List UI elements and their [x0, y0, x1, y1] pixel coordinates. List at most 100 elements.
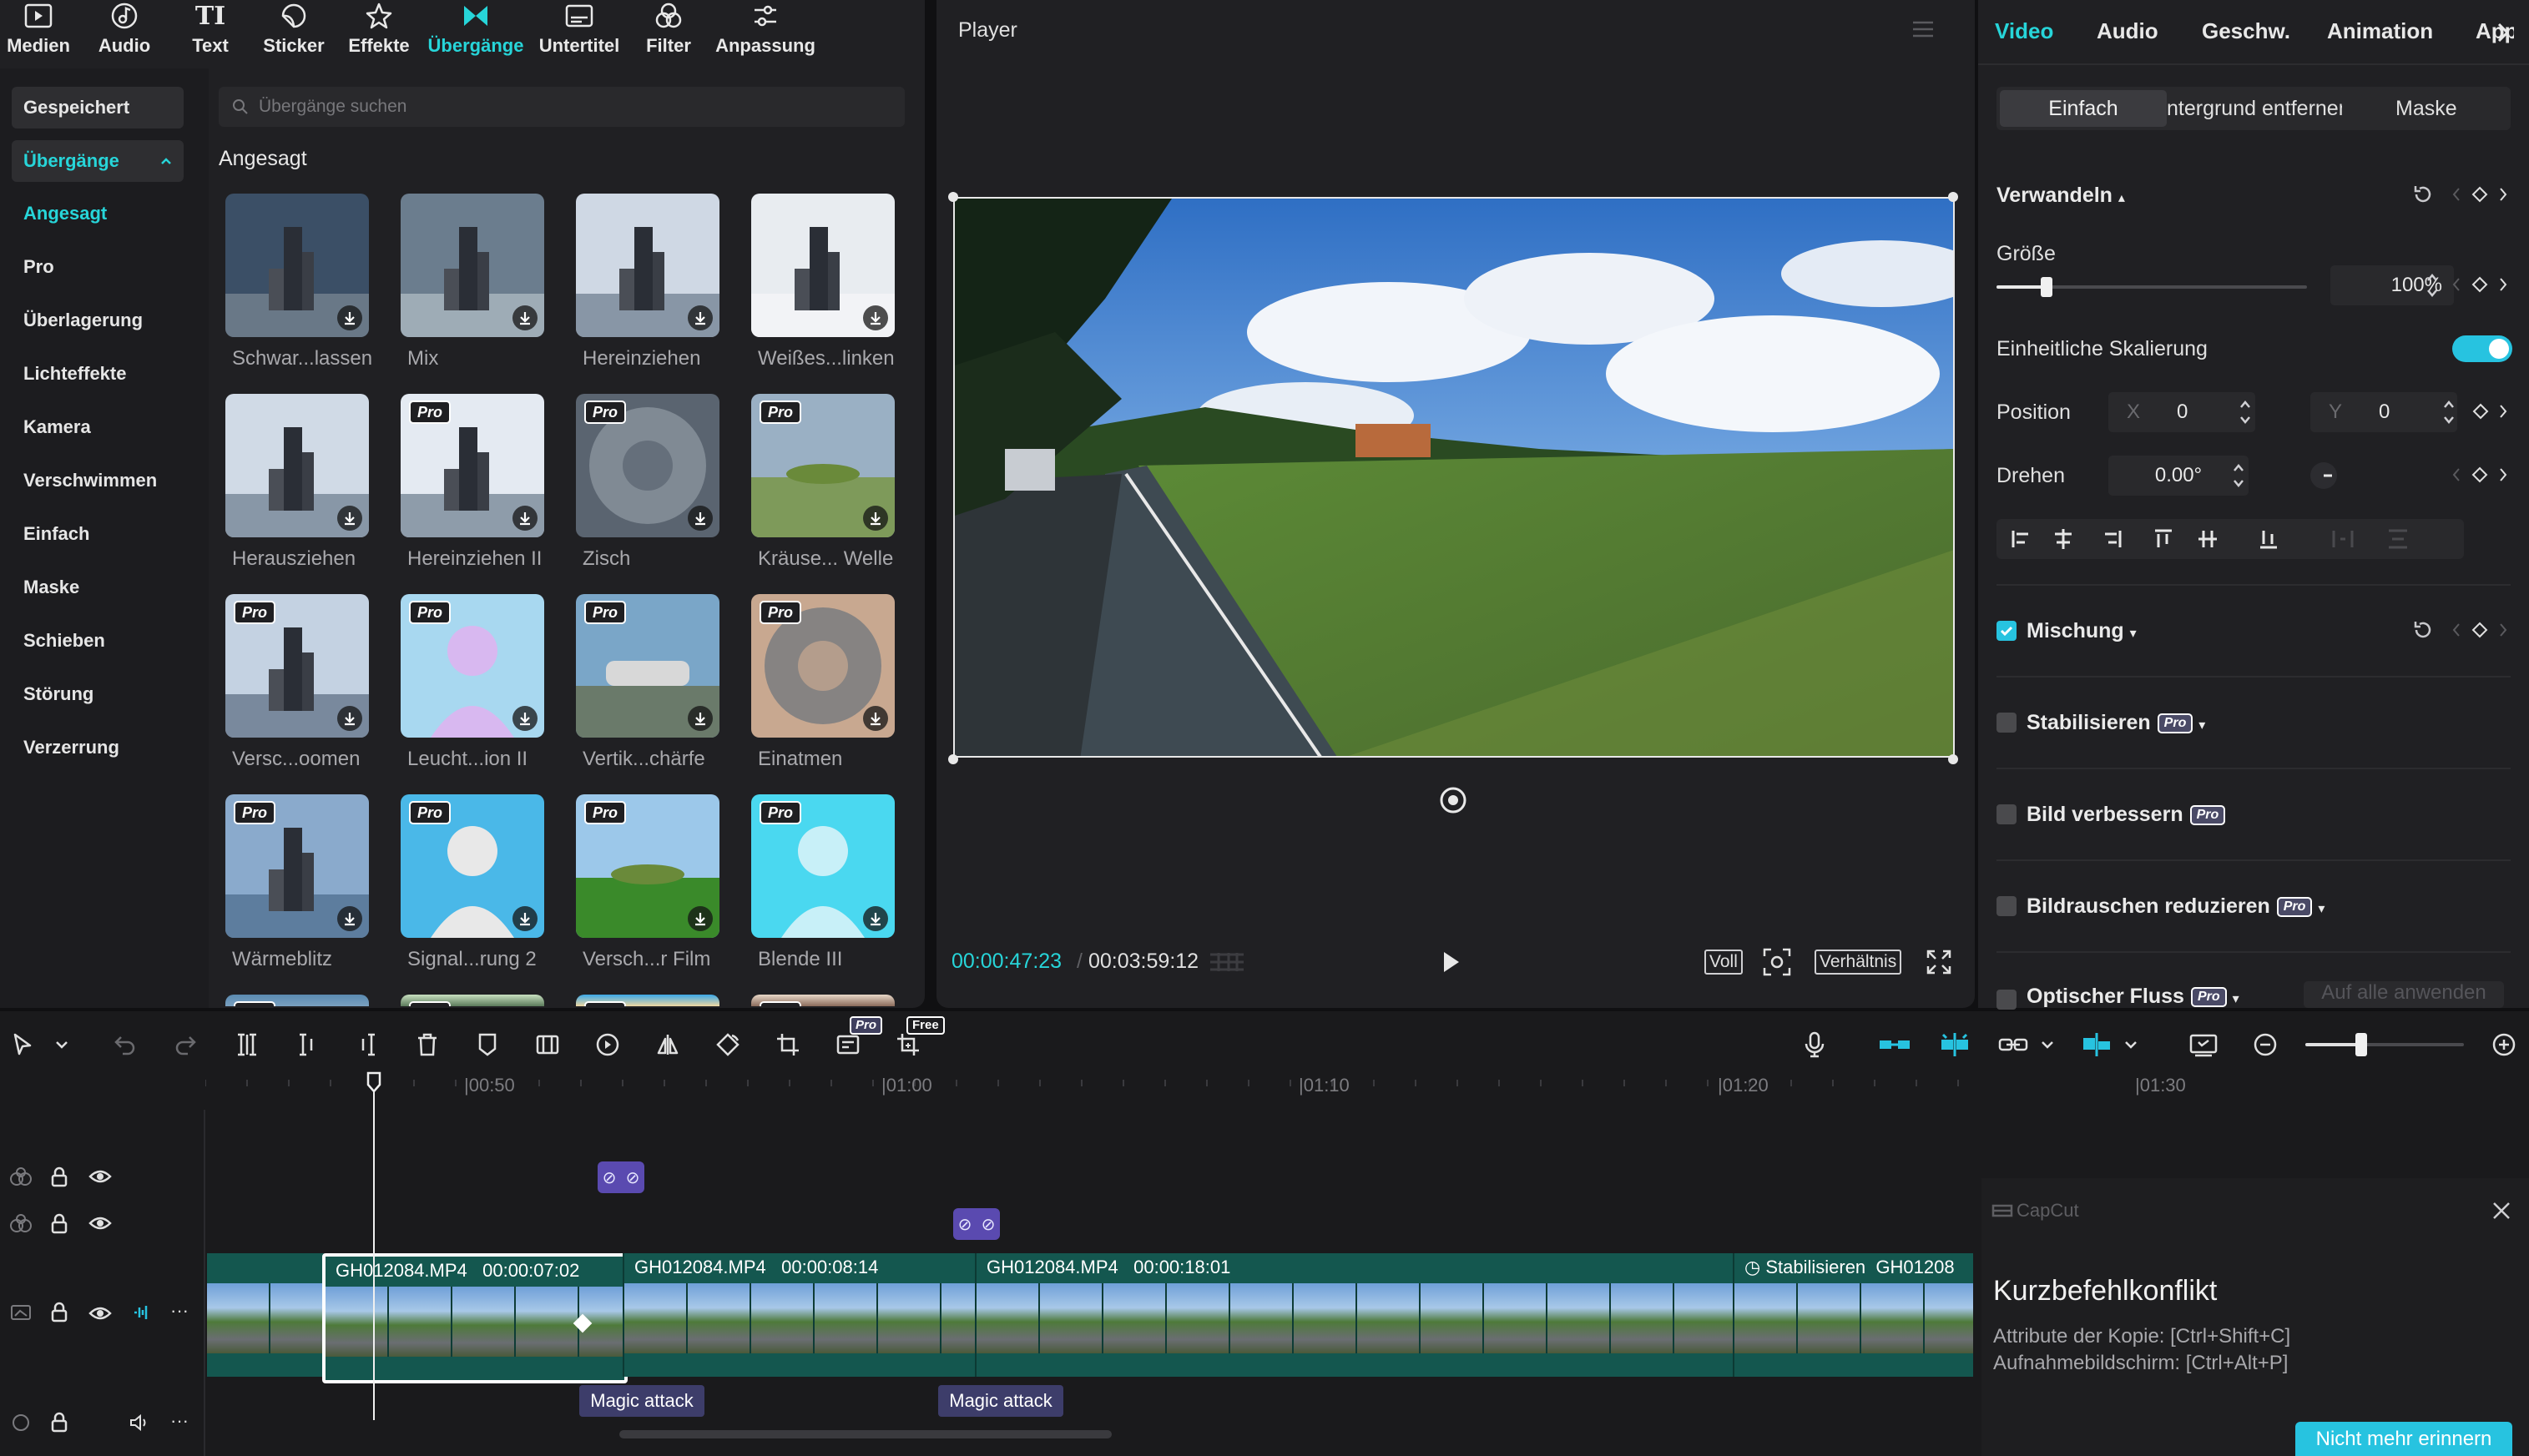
zoom-slider[interactable] — [2305, 1033, 2464, 1056]
download-icon[interactable] — [337, 906, 362, 931]
tool-sticker[interactable]: Sticker — [257, 0, 331, 67]
tab-audio[interactable]: Audio — [2097, 18, 2158, 44]
effect-clip[interactable]: Magic attack — [938, 1385, 1063, 1417]
category-schieben[interactable]: Schieben — [12, 620, 184, 662]
denoise-checkbox[interactable] — [1996, 896, 2017, 916]
effect-clip[interactable]: Magic attack — [579, 1385, 704, 1417]
resize-handle[interactable] — [948, 754, 958, 764]
split-icon[interactable] — [230, 1028, 264, 1061]
transition-tile[interactable]: Pro — [751, 394, 895, 537]
download-icon[interactable] — [863, 706, 888, 731]
redo-icon[interactable] — [169, 1028, 202, 1061]
video-clip[interactable] — [207, 1253, 324, 1377]
chevron-right-icon[interactable] — [2496, 22, 2512, 43]
mirror-icon[interactable] — [651, 1028, 684, 1061]
eye-icon[interactable] — [88, 1305, 112, 1322]
apply-all-button[interactable]: Auf alle anwenden — [2304, 981, 2504, 1008]
tab-animation[interactable]: Animation — [2327, 18, 2433, 44]
aspect-ratio-button[interactable]: Verhältnis — [1815, 950, 1902, 975]
link-track-icon[interactable] — [10, 1412, 32, 1433]
link-track-icon[interactable] — [8, 1166, 33, 1188]
eye-icon[interactable] — [88, 1168, 112, 1185]
transition-tile[interactable]: Pro — [751, 995, 895, 1006]
delete-icon[interactable] — [411, 1028, 444, 1061]
blend-checkbox[interactable] — [1996, 621, 2017, 641]
video-clip[interactable]: GH012084.MP4 00:00:18:01 — [975, 1253, 1733, 1377]
reverse-icon[interactable] — [591, 1028, 624, 1061]
transform-title[interactable]: Verwandeln ▴ — [1996, 184, 2125, 208]
reset-icon[interactable] — [2412, 619, 2434, 641]
full-quality-button[interactable]: Voll — [1704, 950, 1743, 975]
play-button[interactable] — [1439, 950, 1462, 975]
keyframe-icon[interactable] — [2452, 621, 2507, 639]
speaker-icon[interactable] — [129, 1413, 150, 1432]
transition-tile[interactable]: Pro — [401, 794, 544, 938]
preview-axis-icon[interactable] — [2080, 1028, 2113, 1061]
category-verzerrung[interactable]: Verzerrung — [12, 727, 184, 768]
denoise-title[interactable]: Bildrauschen reduzieren Pro ▾ — [2027, 894, 2325, 919]
zoom-out-icon[interactable] — [2249, 1028, 2282, 1061]
tool-medien[interactable]: Medien — [0, 0, 77, 67]
subtab-basic[interactable]: Einfach — [2000, 90, 2167, 127]
tool-uebergaenge[interactable]: Übergänge — [427, 0, 524, 67]
optical-flow-title[interactable]: Optischer Fluss Pro ▾ — [2027, 985, 2277, 1008]
chevron-down-icon[interactable] — [2035, 1028, 2060, 1061]
download-icon[interactable] — [863, 906, 888, 931]
dont-remind-button[interactable]: Nicht mehr erinnern — [2295, 1422, 2512, 1456]
rotate-icon[interactable] — [711, 1028, 745, 1061]
download-icon[interactable] — [863, 305, 888, 330]
zoom-in-icon[interactable] — [2487, 1028, 2521, 1061]
category-angesagt[interactable]: Angesagt — [12, 193, 184, 234]
tool-filter[interactable]: Filter — [636, 0, 701, 67]
main-track-magnet-icon[interactable] — [1878, 1028, 1911, 1061]
transition-tile[interactable] — [225, 394, 369, 537]
download-icon[interactable] — [688, 506, 713, 531]
subtab-mask[interactable]: Maske — [2395, 97, 2457, 121]
stepper-icon[interactable] — [2442, 395, 2456, 429]
transition-tile[interactable]: Pro — [576, 995, 719, 1006]
chevron-down-icon[interactable] — [2118, 1028, 2143, 1061]
stabilize-title[interactable]: Stabilisieren Pro ▾ — [2027, 711, 2205, 735]
lock-icon[interactable] — [50, 1302, 68, 1323]
position-y-input[interactable]: Y0 — [2310, 392, 2457, 432]
transition-chip[interactable]: ⊘ ⊘ — [953, 1208, 1000, 1240]
rotate-input[interactable]: 0.00° — [2108, 456, 2249, 496]
transition-tile[interactable]: Pro — [401, 394, 544, 537]
download-icon[interactable] — [337, 506, 362, 531]
keyframe-icon[interactable] — [2469, 402, 2509, 421]
size-slider[interactable] — [1996, 277, 2307, 297]
transition-tile[interactable]: Pro — [401, 995, 544, 1006]
transition-tile[interactable]: Pro — [576, 394, 719, 537]
keyframe-icon[interactable] — [2452, 185, 2507, 204]
download-icon[interactable] — [337, 305, 362, 330]
screenshot-icon[interactable] — [1763, 948, 1791, 976]
transition-tile[interactable]: Pro — [401, 594, 544, 738]
tool-audio[interactable]: Audio — [87, 0, 162, 67]
position-x-input[interactable]: X0 — [2108, 392, 2255, 432]
link-track-icon[interactable] — [8, 1213, 33, 1235]
category-pro[interactable]: Pro — [12, 246, 184, 288]
lock-icon[interactable] — [50, 1412, 68, 1433]
timeline-scrollbar[interactable] — [619, 1430, 1112, 1438]
eye-icon[interactable] — [88, 1215, 112, 1232]
blend-title[interactable]: Mischung ▾ — [2027, 619, 2137, 643]
subtab-remove-background[interactable]: ntergrund entfernen — [2167, 97, 2342, 121]
category-saved[interactable]: Gespeichert — [12, 87, 184, 128]
enhance-checkbox[interactable] — [1996, 804, 2017, 824]
cover-icon[interactable] — [10, 1303, 32, 1322]
download-icon[interactable] — [512, 906, 538, 931]
video-preview[interactable] — [953, 197, 1955, 758]
reset-icon[interactable] — [2412, 184, 2434, 205]
tab-speed[interactable]: Geschw. — [2202, 18, 2290, 44]
video-clip[interactable]: GH012084.MP4 00:00:08:14 — [623, 1253, 975, 1377]
download-icon[interactable] — [512, 305, 538, 330]
chevron-down-icon[interactable] — [47, 1028, 77, 1061]
close-icon[interactable] — [2491, 1200, 2512, 1222]
audio-waveform-icon[interactable] — [132, 1303, 150, 1322]
more-icon[interactable]: ··· — [170, 1300, 189, 1322]
tool-text[interactable]: TI Text — [175, 0, 245, 67]
transition-tile[interactable]: Pro — [225, 594, 369, 738]
transition-tile[interactable]: Pro — [225, 995, 369, 1006]
download-icon[interactable] — [337, 706, 362, 731]
category-kamera[interactable]: Kamera — [12, 406, 184, 448]
